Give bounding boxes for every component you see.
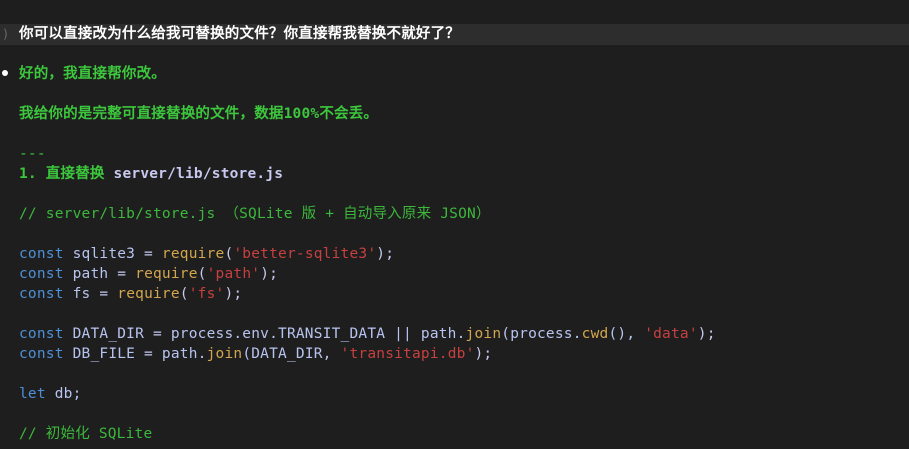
chat-screen: ) 你可以直接改为什么给我可替换的文件？你直接帮我替换不就好了？ 好的，我直接帮… <box>0 0 909 449</box>
expr: (DATA_DIR, <box>242 346 341 362</box>
ident: DB_FILE <box>72 346 136 362</box>
kw: const <box>19 286 64 302</box>
kw: const <box>19 346 64 362</box>
section-heading: 1. 直接替换 server/lib/store.js <box>19 164 283 184</box>
expr: (), <box>608 326 645 342</box>
top-strip <box>0 0 909 14</box>
op: = <box>99 286 109 302</box>
fn: require <box>161 246 225 262</box>
fn: cwd <box>581 326 609 342</box>
expr: (process. <box>501 326 582 342</box>
kw: const <box>19 266 64 282</box>
str: 'data' <box>644 326 698 342</box>
punct: ); <box>376 246 395 262</box>
kw: let <box>19 386 46 402</box>
punct: ); <box>474 346 493 362</box>
heading-prefix: 1. 直接替换 <box>19 166 105 182</box>
horizontal-rule: --- <box>19 146 46 162</box>
str: 'path' <box>206 266 261 282</box>
code-line-let-db: let db; <box>19 384 82 404</box>
fn: join <box>206 346 243 362</box>
str: 'fs' <box>188 286 225 302</box>
ident: sqlite3 <box>72 246 136 262</box>
heading-path: server/lib/store.js <box>113 166 284 182</box>
response-line-2: 我给你的是完整可直接替换的文件，数据100%不会丢。 <box>19 104 378 124</box>
code-comment-2: // 初始化 SQLite <box>19 426 153 442</box>
op: = <box>152 326 162 342</box>
op: = <box>144 246 153 262</box>
punct: ); <box>224 286 243 302</box>
punct: ); <box>260 266 279 282</box>
str: 'transitapi.db' <box>340 346 475 362</box>
ident: fs <box>72 286 91 302</box>
ident: path <box>72 266 109 282</box>
punct: ( <box>197 266 207 282</box>
code-line-db-file: const DB_FILE = path.join(DATA_DIR, 'tra… <box>19 344 492 364</box>
expr: path. <box>161 346 207 362</box>
code-line-sqlite3: const sqlite3 = require('better-sqlite3'… <box>19 244 394 264</box>
op: = <box>144 346 153 362</box>
fn: require <box>135 266 198 282</box>
ident: db; <box>54 386 82 402</box>
punct: ( <box>179 286 189 302</box>
punct: ); <box>697 326 716 342</box>
code-line-fs: const fs = require('fs'); <box>19 284 242 304</box>
op: = <box>117 266 127 282</box>
response-bullet-icon <box>2 70 8 76</box>
expr: process.env.TRANSIT_DATA || path. <box>170 326 466 342</box>
code-line-path: const path = require('path'); <box>19 264 278 284</box>
kw: const <box>19 326 64 342</box>
response-line-2-a: 我给你的是 <box>19 106 93 122</box>
fn: join <box>465 326 502 342</box>
ident: DATA_DIR <box>72 326 145 342</box>
str: 'better-sqlite3' <box>233 246 377 262</box>
response-line-1: 好的，我直接帮你改。 <box>19 66 166 82</box>
kw: const <box>19 246 64 262</box>
fn: require <box>117 286 180 302</box>
code-comment-1: // server/lib/store.js （SQLite 版 + 自动导入原… <box>19 206 491 222</box>
prompt-chevron-icon: ) <box>2 27 10 41</box>
response-line-2-emphasis: 完整可直接替换的文件 <box>92 106 240 122</box>
response-line-2-c: ，数据100%不会丢。 <box>239 106 379 122</box>
code-line-data-dir: const DATA_DIR = process.env.TRANSIT_DAT… <box>19 324 716 344</box>
user-prompt-text: 你可以直接改为什么给我可替换的文件？你直接帮我替换不就好了？ <box>19 26 460 42</box>
